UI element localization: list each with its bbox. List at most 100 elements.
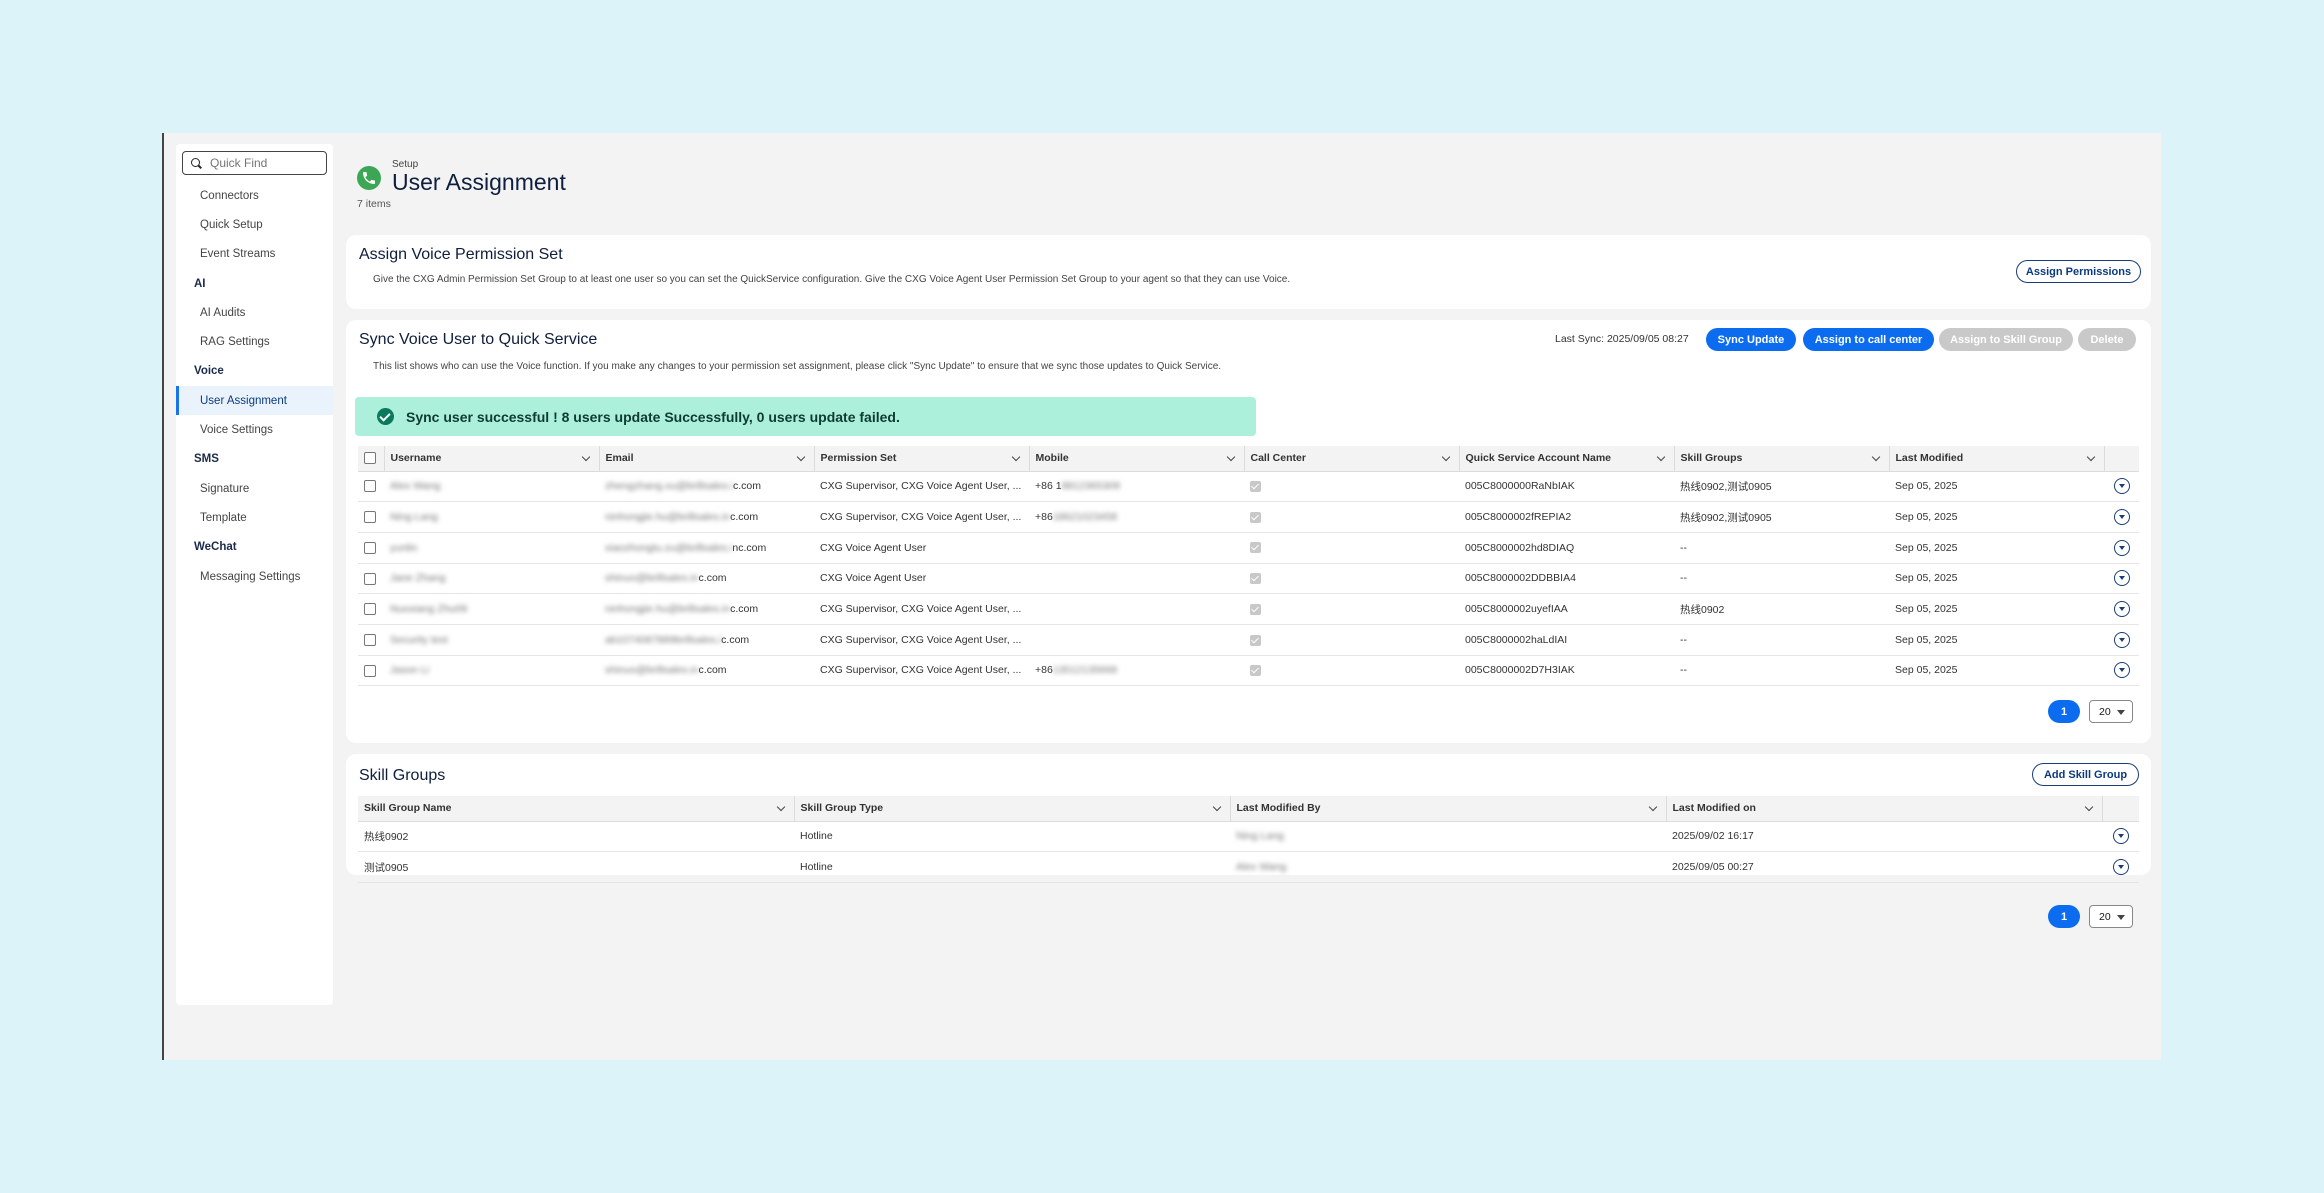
call-center-cell <box>1244 532 1459 564</box>
column-header-last-modified[interactable]: Last Modified <box>1889 446 2105 472</box>
column-header-last-modified-by[interactable]: Last Modified By <box>1230 796 1667 822</box>
row-action-dropdown-icon[interactable] <box>2113 478 2130 495</box>
actions-column-header <box>2102 796 2139 822</box>
column-header-email[interactable]: Email <box>599 446 815 472</box>
call-center-cell <box>1244 655 1459 687</box>
skill-groups-cell: -- <box>1674 532 1889 564</box>
column-header-skill-groups[interactable]: Skill Groups <box>1674 446 1890 472</box>
column-header-skill-group-type[interactable]: Skill Group Type <box>794 796 1231 822</box>
row-action-cell <box>2104 563 2139 595</box>
sidebar-section-voice: Voice <box>194 365 224 378</box>
chevron-down-icon[interactable] <box>2086 452 2095 462</box>
sidebar-item-signature[interactable]: Signature <box>176 474 333 503</box>
chevron-down-icon[interactable] <box>776 802 785 812</box>
column-header-last-modified-on[interactable]: Last Modified on <box>1666 796 2103 822</box>
row-select-cell <box>358 532 384 564</box>
sidebar-item-messaging-settings[interactable]: Messaging Settings <box>176 562 333 591</box>
row-checkbox[interactable] <box>364 480 376 493</box>
row-checkbox[interactable] <box>364 541 376 554</box>
column-header-label: Last Modified on <box>1672 802 1756 815</box>
email-visible-part: nc.com <box>732 541 767 554</box>
column-header-mobile[interactable]: Mobile <box>1029 446 1245 472</box>
column-header-permission-set[interactable]: Permission Set <box>814 446 1030 472</box>
chevron-down-icon[interactable] <box>1441 452 1450 462</box>
skill-groups-value: -- <box>1680 572 1687 585</box>
row-action-cell <box>2104 471 2139 503</box>
quick-find[interactable] <box>182 151 327 175</box>
email-hidden-part: xiaozhongtu.zu@brillsales.i <box>605 541 733 554</box>
row-checkbox[interactable] <box>364 572 376 585</box>
chevron-down-icon[interactable] <box>1648 802 1657 812</box>
page-number-button[interactable]: 1 <box>2048 700 2080 723</box>
page-size-select[interactable]: 20 <box>2089 905 2133 928</box>
chevron-down-icon[interactable] <box>1656 452 1665 462</box>
row-action-dropdown-icon[interactable] <box>2112 859 2129 876</box>
chevron-down-icon[interactable] <box>2084 802 2093 812</box>
sidebar-item-quick-setup[interactable]: Quick Setup <box>176 210 333 239</box>
page-size-select[interactable]: 20 <box>2089 700 2133 723</box>
sync-update-button[interactable]: Sync Update <box>1706 328 1796 351</box>
row-action-dropdown-icon[interactable] <box>2113 601 2130 618</box>
account-name-cell: 005C8000000RaNbIAK <box>1459 471 1674 503</box>
sidebar-item-event-streams[interactable]: Event Streams <box>176 240 333 269</box>
table-row: Jane Zhang shinuo@brillsales.inc.com CXG V… <box>358 563 2139 595</box>
skill-groups-value: -- <box>1680 633 1687 646</box>
column-header-quick-service-account-name[interactable]: Quick Service Account Name <box>1459 446 1675 472</box>
table-row: 热线0902 Hotline Ning Lang 2025/09/02 16:17 <box>358 821 2139 853</box>
skill-groups-value: 热线0902,测试0905 <box>1680 511 1772 524</box>
mobile-hidden-part: 13512135668 <box>1052 664 1118 677</box>
chevron-down-icon[interactable] <box>1226 452 1235 462</box>
permission-set-value: CXG Supervisor, CXG Voice Agent User, ..… <box>820 511 1022 524</box>
mobile-prefix: +86 <box>1035 664 1053 677</box>
row-action-dropdown-icon[interactable] <box>2113 631 2130 648</box>
quick-find-input[interactable] <box>210 156 320 170</box>
row-action-dropdown-icon[interactable] <box>2113 570 2130 587</box>
page-number-button[interactable]: 1 <box>2048 905 2080 928</box>
assign-permission-card: Assign Voice Permission Set Give the CXG… <box>346 235 2151 309</box>
column-header-username[interactable]: Username <box>384 446 600 472</box>
email-hidden-part: shinuo@brillsales.in <box>605 572 699 585</box>
column-header-skill-group-name[interactable]: Skill Group Name <box>358 796 795 822</box>
row-checkbox[interactable] <box>364 633 376 646</box>
skill-group-name-cell: 热线0902 <box>358 821 794 853</box>
sidebar-item-template[interactable]: Template <box>176 503 333 532</box>
row-checkbox[interactable] <box>364 603 376 616</box>
chevron-down-icon[interactable] <box>1212 802 1221 812</box>
row-action-dropdown-icon[interactable] <box>2112 828 2129 845</box>
skill-groups-value: -- <box>1680 541 1687 554</box>
call-center-cell <box>1244 624 1459 656</box>
table-row: Jason Li shinuo@brillsales.inc.com CXG Sup… <box>358 655 2139 687</box>
skill-group-type-cell: Hotline <box>794 851 1230 883</box>
chevron-down-icon[interactable] <box>796 452 805 462</box>
sidebar-section-ai: AI <box>194 277 206 290</box>
account-name-cell: 005C8000002DDBBIA4 <box>1459 563 1674 595</box>
sidebar-item-user-assignment[interactable]: User Assignment <box>176 386 333 416</box>
assign-permissions-button[interactable]: Assign Permissions <box>2016 260 2141 283</box>
add-skill-group-button[interactable]: Add Skill Group <box>2032 763 2139 786</box>
chevron-down-icon[interactable] <box>581 452 590 462</box>
row-action-dropdown-icon[interactable] <box>2113 539 2130 556</box>
chevron-down-icon[interactable] <box>1871 452 1880 462</box>
row-select-cell <box>358 563 384 595</box>
sidebar-item-ai-audits[interactable]: AI Audits <box>176 298 333 327</box>
sidebar-item-voice-settings[interactable]: Voice Settings <box>176 415 333 444</box>
mobile-cell: +8618621023458 <box>1029 501 1244 533</box>
mobile-cell: +8613512135668 <box>1029 655 1244 687</box>
chevron-down-icon[interactable] <box>1011 452 1020 462</box>
row-action-dropdown-icon[interactable] <box>2113 662 2130 679</box>
account-name-value: 005C8000002fREPIA2 <box>1465 511 1572 524</box>
call-center-checkbox <box>1250 665 1261 677</box>
email-visible-part: c.com <box>730 511 759 524</box>
column-header-call-center[interactable]: Call Center <box>1244 446 1460 472</box>
sidebar-item-connectors[interactable]: Connectors <box>176 181 333 210</box>
skill-group-name-value: 热线0902 <box>364 830 409 843</box>
row-action-dropdown-icon[interactable] <box>2113 509 2130 526</box>
select-all-checkbox[interactable] <box>364 452 376 465</box>
assign-skill-group-button[interactable]: Assign to Skill Group <box>1939 328 2073 351</box>
search-icon <box>191 157 202 169</box>
sidebar-item-rag-settings[interactable]: RAG Settings <box>176 327 333 356</box>
row-checkbox[interactable] <box>364 511 376 524</box>
row-checkbox[interactable] <box>364 664 376 677</box>
assign-call-center-button[interactable]: Assign to call center <box>1803 328 1934 351</box>
delete-button[interactable]: Delete <box>2078 328 2136 351</box>
